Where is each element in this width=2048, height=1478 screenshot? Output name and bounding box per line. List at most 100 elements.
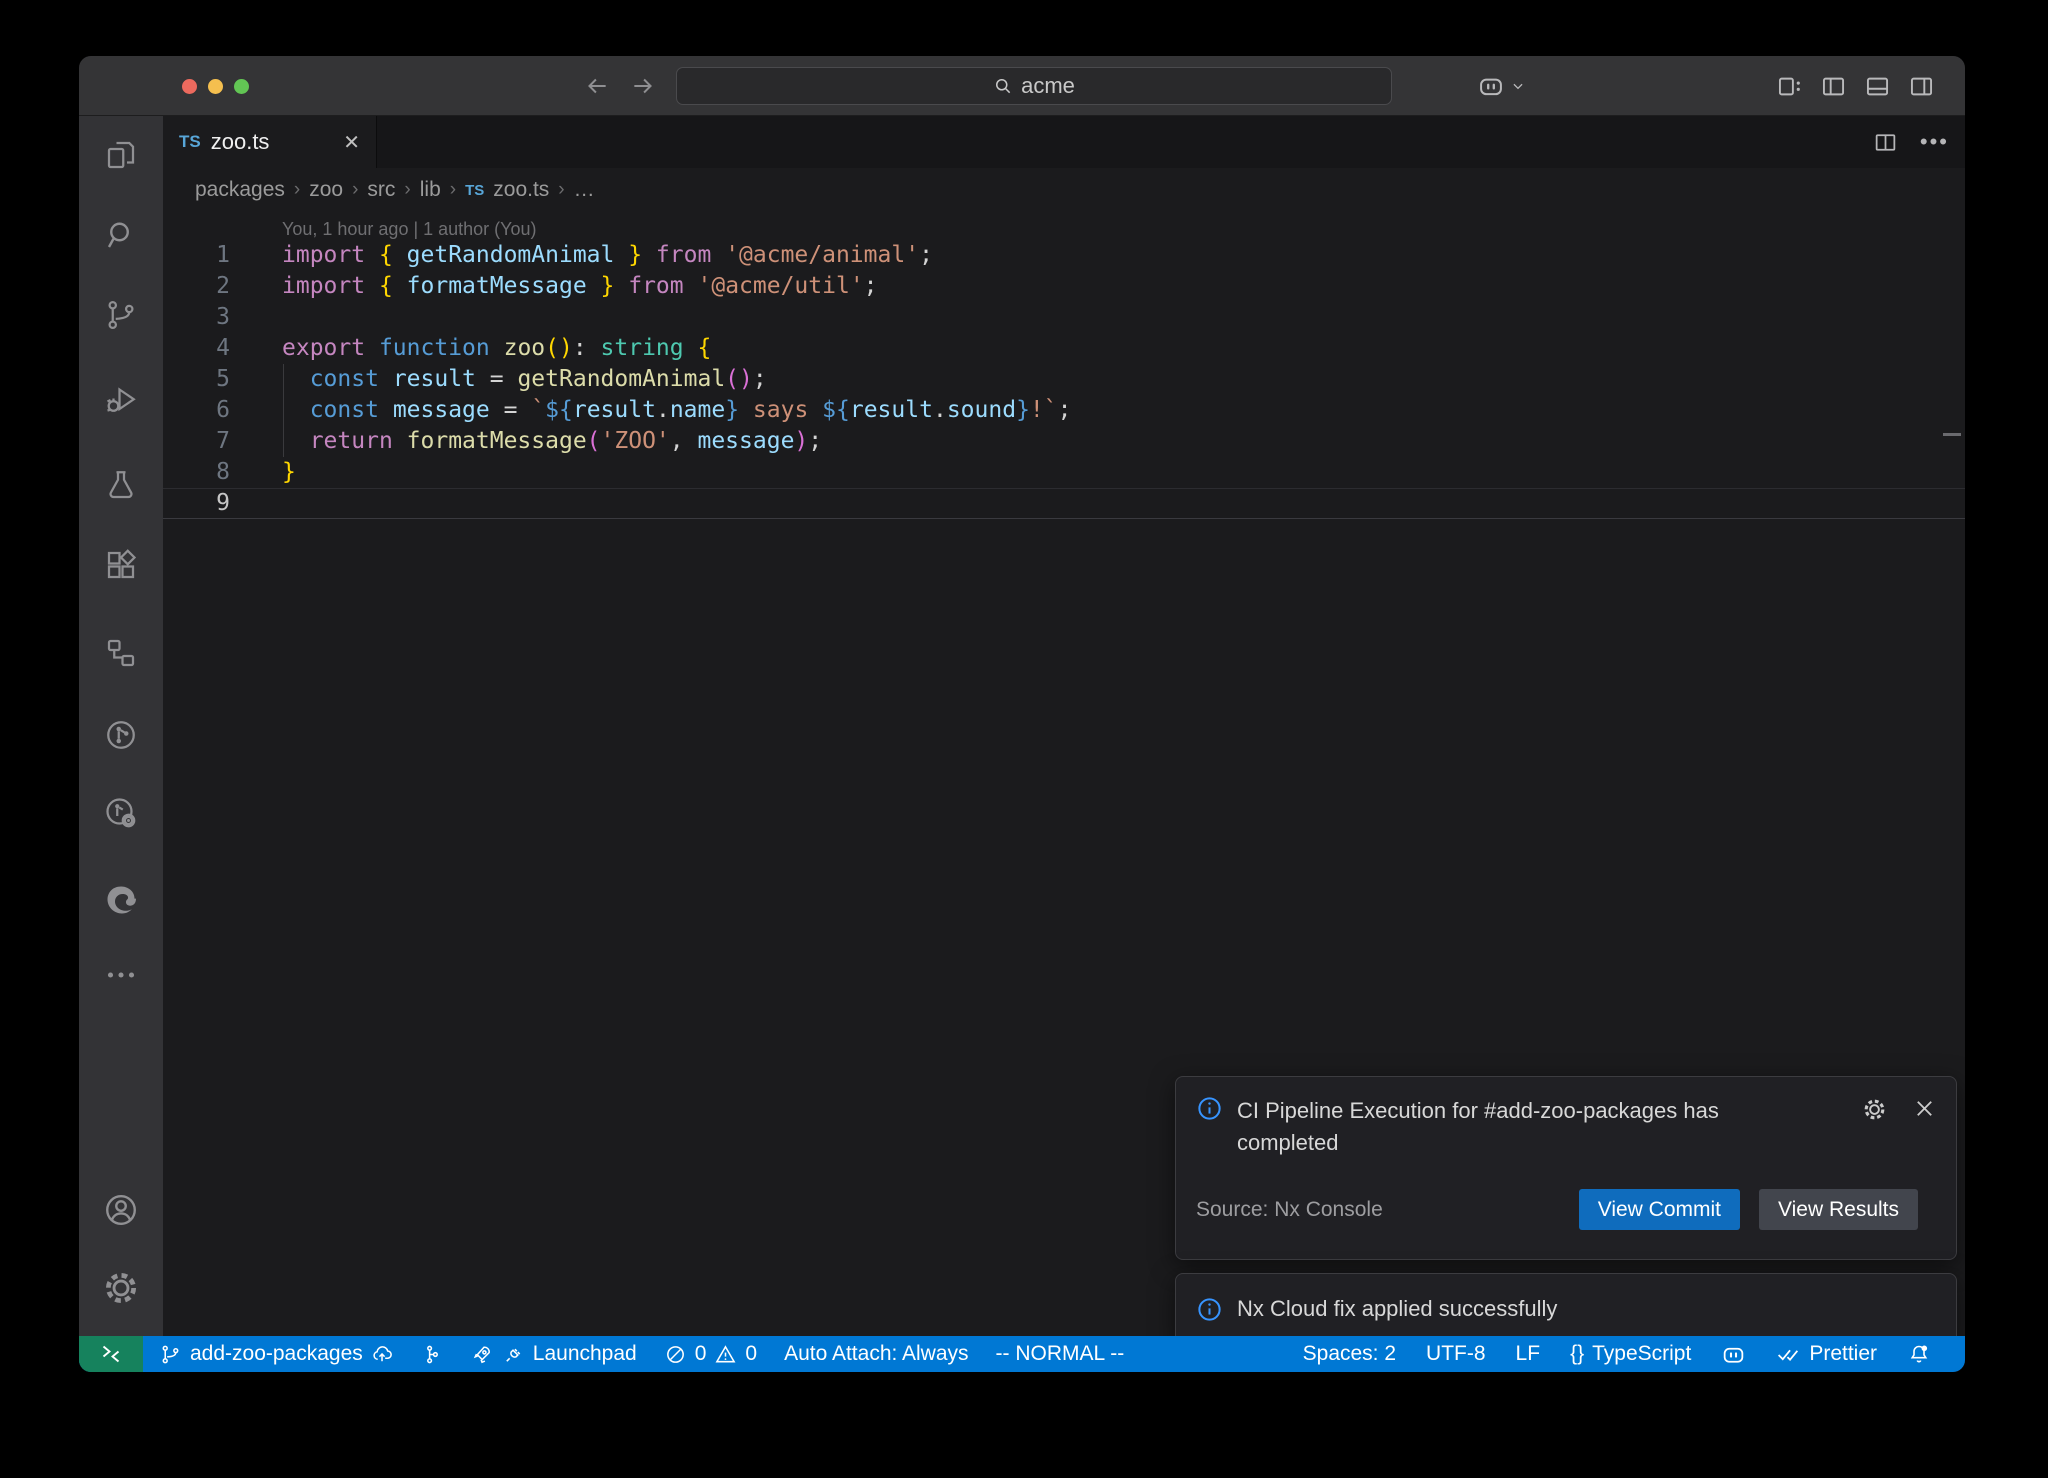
launchpad-status[interactable]: Launchpad bbox=[471, 1342, 637, 1366]
copilot-status[interactable] bbox=[1721, 1342, 1746, 1367]
notifications-bell[interactable] bbox=[1907, 1342, 1931, 1366]
split-editor-icon[interactable] bbox=[1873, 130, 1898, 155]
git-branch-icon bbox=[159, 1343, 182, 1366]
breadcrumb-more[interactable]: … bbox=[574, 178, 595, 202]
copilot-menu[interactable] bbox=[1477, 56, 1525, 116]
nx-cloud-icon[interactable] bbox=[101, 793, 141, 833]
warnings-icon bbox=[714, 1343, 737, 1366]
double-check-icon bbox=[1776, 1342, 1801, 1367]
code-text: } bbox=[230, 457, 296, 488]
source-control-icon[interactable] bbox=[101, 295, 141, 335]
line-number: 2 bbox=[163, 271, 230, 302]
close-window-button[interactable] bbox=[182, 79, 197, 94]
code-text: const message = `${result.name} says ${r… bbox=[230, 395, 1071, 426]
notification-settings-gear-icon[interactable] bbox=[1862, 1097, 1887, 1122]
extensions-icon[interactable] bbox=[101, 545, 141, 585]
overview-ruler-mark bbox=[1943, 433, 1961, 436]
line-number: 7 bbox=[163, 426, 230, 457]
code-text: export function zoo(): string { bbox=[230, 333, 711, 364]
code-line[interactable]: 6 const message = `${result.name} says $… bbox=[163, 395, 1965, 426]
view-results-button[interactable]: View Results bbox=[1759, 1189, 1918, 1230]
breadcrumb-item[interactable]: lib bbox=[420, 178, 441, 202]
eol-status[interactable]: LF bbox=[1516, 1342, 1541, 1366]
search-icon bbox=[993, 76, 1013, 96]
more-views-icon[interactable] bbox=[101, 955, 141, 995]
testing-icon[interactable] bbox=[101, 465, 141, 505]
command-center-search[interactable]: acme bbox=[676, 67, 1392, 105]
branch-name: add-zoo-packages bbox=[190, 1342, 363, 1366]
search-sidebar-icon[interactable] bbox=[101, 215, 141, 255]
code-lines: 1import { getRandomAnimal } from '@acme/… bbox=[163, 240, 1965, 519]
git-branch-status[interactable]: add-zoo-packages bbox=[159, 1342, 394, 1366]
view-commit-button[interactable]: View Commit bbox=[1579, 1189, 1740, 1230]
code-text: const result = getRandomAnimal(); bbox=[230, 364, 767, 395]
navigate-forward-icon[interactable] bbox=[630, 73, 656, 99]
chevron-right-icon: › bbox=[294, 179, 300, 201]
line-number: 9 bbox=[163, 488, 230, 519]
explorer-icon[interactable] bbox=[101, 135, 141, 175]
code-line[interactable]: 9 bbox=[163, 488, 1965, 519]
editor-more-actions-icon[interactable]: ••• bbox=[1920, 129, 1949, 155]
close-tab-icon[interactable]: ✕ bbox=[343, 130, 360, 155]
indent-guide bbox=[283, 364, 284, 457]
code-line[interactable]: 3 bbox=[163, 302, 1965, 333]
typescript-file-icon: TS bbox=[179, 132, 201, 152]
code-line[interactable]: 8} bbox=[163, 457, 1965, 488]
list-tree-status[interactable] bbox=[421, 1343, 444, 1366]
code-line[interactable]: 1import { getRandomAnimal } from '@acme/… bbox=[163, 240, 1965, 271]
error-count: 0 bbox=[695, 1342, 707, 1366]
code-line[interactable]: 4export function zoo(): string { bbox=[163, 333, 1965, 364]
language-mode-status[interactable]: {} TypeScript bbox=[1570, 1342, 1691, 1366]
code-line[interactable]: 2import { formatMessage } from '@acme/ut… bbox=[163, 271, 1965, 302]
prettier-status[interactable]: Prettier bbox=[1776, 1342, 1877, 1367]
code-text: return formatMessage('ZOO', message); bbox=[230, 426, 822, 457]
typescript-file-icon: TS bbox=[465, 182, 484, 199]
breadcrumb-item[interactable]: zoo bbox=[309, 178, 343, 202]
customize-layout-icon[interactable] bbox=[1776, 73, 1803, 100]
code-line[interactable]: 7 return formatMessage('ZOO', message); bbox=[163, 426, 1965, 457]
line-number: 3 bbox=[163, 302, 230, 333]
errors-icon bbox=[664, 1343, 687, 1366]
bell-icon bbox=[1907, 1342, 1931, 1366]
encoding-status[interactable]: UTF-8 bbox=[1426, 1342, 1486, 1366]
list-tree-icon bbox=[421, 1343, 444, 1366]
breadcrumb-item[interactable]: packages bbox=[195, 178, 285, 202]
problems-status[interactable]: 0 0 bbox=[664, 1342, 757, 1366]
title-bar: acme bbox=[79, 56, 1965, 116]
chevron-right-icon: › bbox=[450, 179, 456, 201]
indentation-status[interactable]: Spaces: 2 bbox=[1303, 1342, 1396, 1366]
remote-indicator[interactable] bbox=[79, 1336, 143, 1372]
zoom-window-button[interactable] bbox=[234, 79, 249, 94]
minimize-window-button[interactable] bbox=[208, 79, 223, 94]
toggle-secondary-sidebar-icon[interactable] bbox=[1908, 73, 1935, 100]
cloud-upload-icon bbox=[371, 1343, 394, 1366]
search-value: acme bbox=[1021, 73, 1075, 99]
breadcrumb-file[interactable]: zoo.ts bbox=[493, 178, 549, 202]
toggle-primary-sidebar-icon[interactable] bbox=[1820, 73, 1847, 100]
notification-close-icon[interactable] bbox=[1913, 1097, 1936, 1120]
edge-browser-icon[interactable] bbox=[101, 880, 141, 920]
breadcrumbs[interactable]: packages › zoo › src › lib › TS zoo.ts ›… bbox=[163, 168, 1965, 212]
copilot-icon bbox=[1477, 72, 1505, 100]
code-text bbox=[230, 488, 282, 519]
info-icon bbox=[1196, 1095, 1223, 1159]
breadcrumb-item[interactable]: src bbox=[367, 178, 395, 202]
chevron-down-icon bbox=[1511, 79, 1525, 93]
vim-mode-status[interactable]: -- NORMAL -- bbox=[996, 1342, 1125, 1366]
line-number: 4 bbox=[163, 333, 230, 364]
vscode-window: acme bbox=[79, 56, 1965, 1372]
navigate-back-icon[interactable] bbox=[584, 73, 610, 99]
git-blame-annotation: You, 1 hour ago | 1 author (You) bbox=[163, 212, 1965, 240]
auto-attach-status[interactable]: Auto Attach: Always bbox=[784, 1342, 968, 1366]
settings-gear-icon[interactable] bbox=[101, 1268, 141, 1308]
account-icon[interactable] bbox=[101, 1190, 141, 1230]
language-label: TypeScript bbox=[1592, 1342, 1691, 1366]
line-number: 6 bbox=[163, 395, 230, 426]
project-graph-icon[interactable] bbox=[101, 633, 141, 673]
toggle-panel-icon[interactable] bbox=[1864, 73, 1891, 100]
code-line[interactable]: 5 const result = getRandomAnimal(); bbox=[163, 364, 1965, 395]
nx-console-icon[interactable] bbox=[101, 715, 141, 755]
run-debug-icon[interactable] bbox=[101, 380, 141, 420]
line-number: 1 bbox=[163, 240, 230, 271]
tab-zoo-ts[interactable]: TS zoo.ts ✕ bbox=[163, 116, 377, 168]
